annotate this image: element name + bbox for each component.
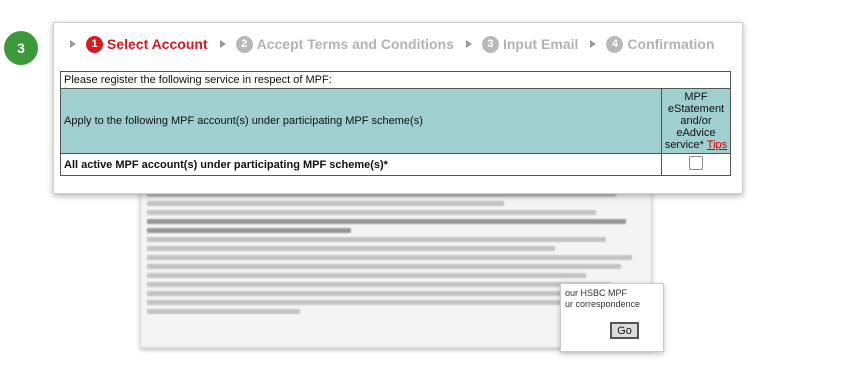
arrow-right-icon: [70, 40, 76, 48]
step-number: 2: [235, 35, 253, 53]
step-number-badge: 3: [4, 31, 38, 65]
step-select-account: 1 Select Account: [86, 35, 208, 53]
arrow-right-icon: [590, 40, 597, 48]
step-label: Input Email: [502, 36, 579, 52]
apply-label: Apply to the following MPF account(s) un…: [60, 88, 662, 154]
arrow-right-icon: [219, 40, 226, 48]
step-label: Accept Terms and Conditions: [256, 36, 454, 52]
step-confirmation: 4 Confirmation: [606, 35, 715, 53]
select-account-panel: 1 Select Account 2 Accept Terms and Cond…: [53, 22, 743, 194]
go-popup: our HSBC MPF ur correspondence Go: [560, 283, 664, 352]
arrow-right-icon: [465, 40, 472, 48]
popup-line-1: our HSBC MPF: [565, 288, 628, 298]
step-number: 3: [481, 35, 499, 53]
step-label: Select Account: [107, 36, 208, 52]
service-column-header: MPF eStatement and/or eAdvice service* T…: [661, 88, 731, 154]
account-checkbox-cell: [661, 153, 731, 176]
step-number: 1: [86, 35, 103, 53]
step-number: 4: [606, 35, 624, 53]
all-accounts-checkbox[interactable]: [689, 156, 703, 170]
popup-text: our HSBC MPF ur correspondence: [565, 288, 640, 310]
step-label: Confirmation: [627, 36, 715, 52]
tips-link[interactable]: Tips: [707, 139, 727, 151]
progress-stepper: 1 Select Account 2 Accept Terms and Cond…: [68, 33, 725, 55]
table-intro: Please register the following service in…: [60, 71, 731, 89]
account-row-label: All active MPF account(s) under particip…: [60, 153, 662, 176]
mpf-service-table: Please register the following service in…: [60, 71, 731, 176]
step-accept-terms: 2 Accept Terms and Conditions: [235, 35, 454, 53]
popup-line-2: ur correspondence: [565, 299, 641, 309]
step-input-email: 3 Input Email: [481, 35, 579, 53]
go-button[interactable]: Go: [610, 322, 639, 339]
